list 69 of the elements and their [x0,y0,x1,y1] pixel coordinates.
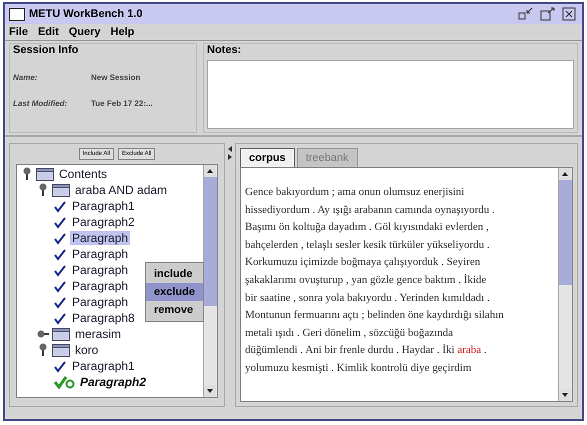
checkmark-icon [53,216,67,228]
text-line: Korkumuzu içimizde boğmaya çalışıyorduk . Seyiren [245,256,482,270]
checkmark-icon [53,232,67,244]
scroll-down-icon[interactable] [559,389,571,401]
tree-item[interactable]: Paragraph [70,263,130,277]
tree-item[interactable]: Paragraph8 [70,311,137,325]
window-title: METU WorkBench 1.0 [29,8,142,20]
scroll-down-icon[interactable] [204,385,216,397]
text-line: Başımı ön koltuğa dayadım . Göl kıyısındaki evlerden , [245,221,490,236]
panel-title: Notes: [207,44,242,56]
panel-title: Session Info [13,44,80,56]
tree-item[interactable]: koro [73,343,100,357]
window-icon [9,8,25,20]
tree-toggle-icon[interactable] [21,167,33,181]
tree-toggle-icon[interactable] [37,343,49,357]
tree-item[interactable]: Paragraph1 [70,199,137,213]
menu-item[interactable]: remove [146,301,203,319]
scrollbar[interactable] [558,168,572,401]
checkmark-icon [53,375,75,389]
tree-item[interactable]: Contents [57,167,110,181]
tab[interactable]: corpus [240,148,295,167]
splitter-arrows-icon[interactable] [227,145,233,161]
menu-item[interactable]: Edit [38,26,59,38]
tree-toggle-icon[interactable] [37,183,49,197]
close-icon[interactable] [562,7,578,21]
text-line: Montunun fermuarını açtı ; belinden öne kaydırdığı silahın [245,309,505,324]
tree-item[interactable]: Paragraph [70,231,130,245]
checkmark-icon [53,312,67,324]
menu-item[interactable]: include [146,265,203,283]
minimize-icon[interactable] [518,7,534,21]
tree-item[interactable]: Paragraph [70,279,130,293]
tree-item[interactable]: Paragraph1 [70,359,137,373]
tree-item[interactable]: Paragraph2 [70,215,137,229]
text-line: bahçelerden , telaşlı sesler kesik türküler yükseliyordu . [245,238,491,253]
text-line: şakaklarımı ovuşturup , yan gözle gence baktım . İkide [245,274,488,288]
menu-item[interactable]: Help [110,26,134,38]
field-label: Name: [13,73,38,82]
field-value: New Session [91,73,140,82]
scroll-up-icon[interactable] [559,168,571,180]
folder-icon [36,168,54,180]
tree-item[interactable]: merasim [73,327,124,341]
folder-icon [52,328,70,340]
tree-item[interactable]: Paragraph [70,295,130,309]
checkmark-icon [53,360,67,372]
text-line: metali ışıdı . Geri dönelim , sözcüğü boğazında [245,326,454,341]
tree-item[interactable]: Paragraph2 [78,375,148,389]
text-line: bir saatine , sonra yola bakıyordu . Yerinden kımıldadı . [245,292,491,306]
maximize-icon[interactable] [540,7,556,21]
field-value: Tue Feb 17 22:... [91,99,153,108]
text-line: hissediyordum . Ay ışığı arabanın camında oynaşıyordu . [245,204,496,218]
tree-item[interactable]: Paragraph [70,247,130,261]
text-line: Gence bakıyordum ; ama onun olumsuz enerjisini [245,186,466,200]
field-label: Last Modified: [13,99,68,108]
menu-item[interactable]: File [9,26,28,38]
menu-item[interactable]: Query [68,26,101,38]
text-line: yolumuzu kesmişti . Kimlik kontrolü diye geçirdim [245,362,472,376]
checkmark-icon [53,200,67,212]
tree-item[interactable]: araba AND adam [73,183,170,197]
notes-field[interactable] [207,60,574,129]
checkmark-icon [53,248,67,260]
folder-icon [52,184,70,196]
checkmark-icon [53,264,67,276]
scroll-up-icon[interactable] [204,165,216,177]
checkmark-icon [53,280,67,292]
text-line: düğümlendi . Ani bir frenle durdu . Haydar . İki araba . [245,344,488,358]
scrollbar[interactable] [203,165,217,397]
menu-item[interactable]: exclude [146,283,203,301]
checkmark-icon [53,296,67,308]
folder-icon [52,344,70,356]
